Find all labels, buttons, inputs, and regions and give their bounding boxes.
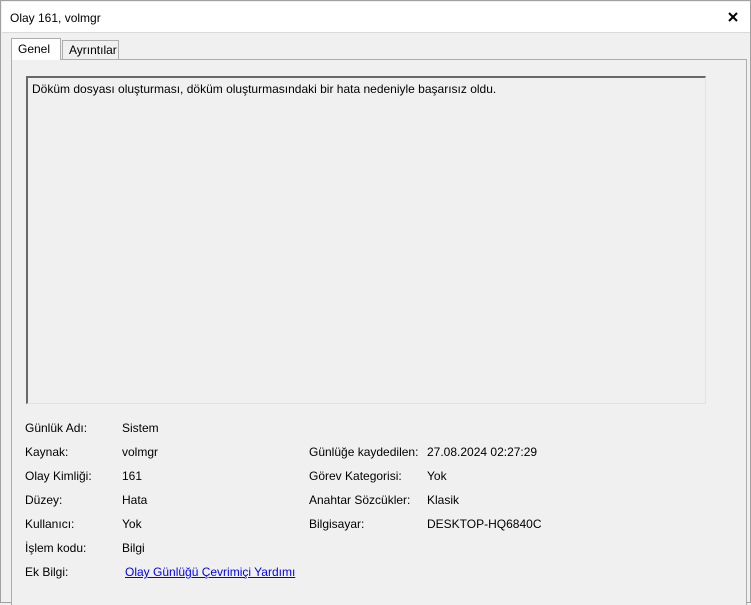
event-id-value: 161 xyxy=(122,469,143,483)
window-title: Olay 161, volmgr xyxy=(10,11,101,25)
opcode-value: Bilgi xyxy=(122,541,145,555)
source-label: Kaynak: xyxy=(25,445,69,459)
description-box[interactable]: Döküm dosyası oluşturması, döküm oluştur… xyxy=(26,76,706,404)
level-value: Hata xyxy=(122,493,148,507)
online-help-link[interactable]: Olay Günlüğü Çevrimiçi Yardımı xyxy=(125,565,295,579)
keywords-label: Anahtar Sözcükler: xyxy=(309,493,411,507)
log-name-value: Sistem xyxy=(122,421,159,435)
event-description: Döküm dosyası oluşturması, döküm oluştur… xyxy=(32,82,497,96)
tab-details[interactable]: Ayrıntılar xyxy=(62,40,119,59)
close-icon xyxy=(728,12,738,22)
computer-label: Bilgisayar: xyxy=(309,517,365,531)
logged-value: 27.08.2024 02:27:29 xyxy=(427,445,538,459)
user-value: Yok xyxy=(122,517,142,531)
title-bar: Olay 161, volmgr xyxy=(2,2,750,33)
keywords-value: Klasik xyxy=(427,493,460,507)
more-info-label: Ek Bilgi: xyxy=(25,565,69,579)
log-name-label: Günlük Adı: xyxy=(25,421,88,435)
source-value: volmgr xyxy=(122,445,159,459)
close-button[interactable] xyxy=(722,6,744,28)
event-id-label: Olay Kimliği: xyxy=(25,469,92,483)
task-category-value: Yok xyxy=(427,469,447,483)
opcode-label: İşlem kodu: xyxy=(25,541,87,555)
event-properties-window: Olay 161, volmgr Genel Ayrıntılar Döküm … xyxy=(0,0,751,605)
level-label: Düzey: xyxy=(25,493,63,507)
task-category-label: Görev Kategorisi: xyxy=(309,469,402,483)
user-label: Kullanıcı: xyxy=(25,517,75,531)
tab-general[interactable]: Genel xyxy=(11,38,61,60)
computer-value: DESKTOP-HQ6840C xyxy=(427,517,542,531)
logged-label: Günlüğe kaydedilen: xyxy=(309,445,419,459)
